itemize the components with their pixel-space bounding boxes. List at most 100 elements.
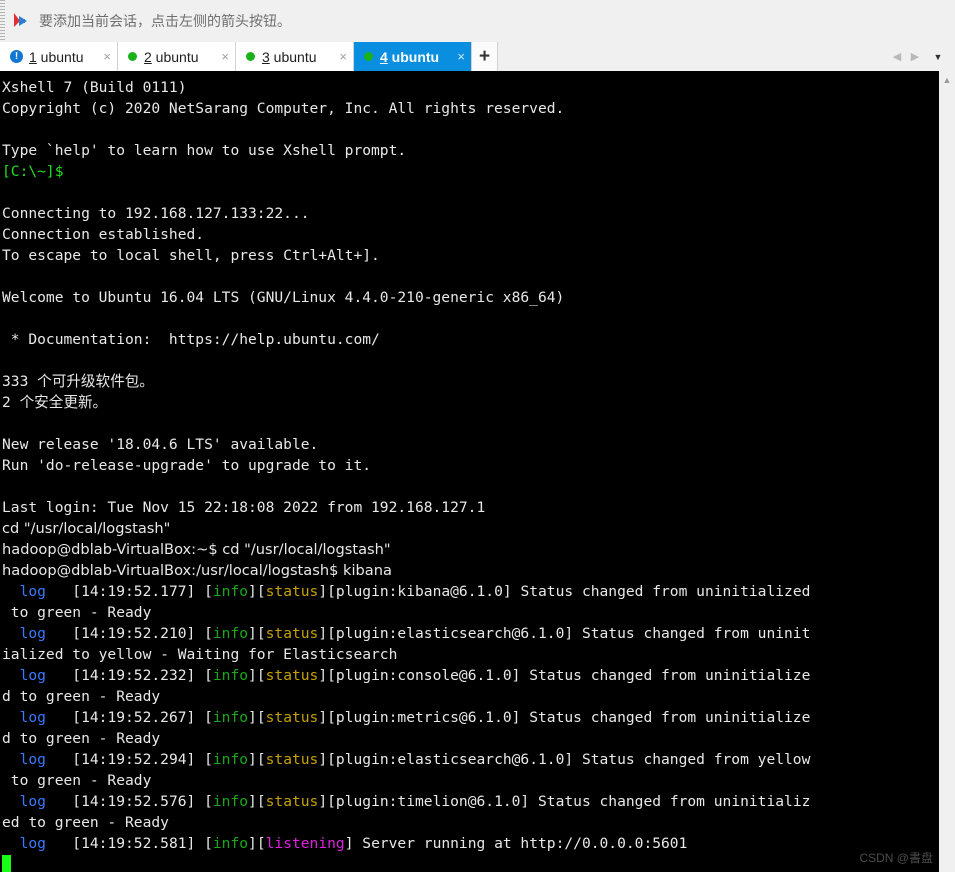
log-bracket: [	[195, 793, 213, 810]
panel-splitter-handle[interactable]	[0, 0, 5, 42]
terminal-line: 2 个安全更新。	[2, 392, 938, 413]
terminal-line-text: [C:\~]$	[2, 163, 64, 180]
log-continuation-text: to green - Ready	[2, 772, 152, 789]
log-bracket: [	[195, 625, 213, 642]
tab-scroll-left-icon[interactable]: ◀	[889, 49, 905, 65]
terminal-line-text: Connecting to 192.168.127.133:22...	[2, 205, 310, 222]
terminal-line: Copyright (c) 2020 NetSarang Computer, I…	[2, 98, 938, 119]
scrollbar-up-icon[interactable]: ▲	[939, 71, 955, 88]
log-bracket: ]	[318, 625, 328, 642]
tab-label: 1 ubuntu	[29, 49, 91, 65]
tab-list-chevron-down-icon[interactable]: ▼	[929, 49, 947, 65]
tab-label: 2 ubuntu	[144, 49, 209, 65]
tab-1-ubuntu[interactable]: ! 1 ubuntu ×	[0, 42, 118, 71]
terminal-log-continuation: ialized to yellow - Waiting for Elastics…	[2, 644, 938, 665]
log-category: listening	[265, 835, 345, 852]
log-timestamp: [14:19:52.576]	[72, 793, 196, 810]
tab-close-icon[interactable]: ×	[103, 50, 111, 63]
terminal-log-line: log [14:19:52.177] [info][status][plugin…	[2, 581, 938, 602]
terminal-area: Xshell 7 (Build 0111) Copyright (c) 2020 …	[0, 71, 955, 872]
terminal-line: Connection established.	[2, 224, 938, 245]
log-level: info	[212, 709, 249, 726]
tab-2-ubuntu[interactable]: 2 ubuntu ×	[118, 42, 236, 71]
log-indent	[2, 835, 20, 852]
log-bracket: ]	[318, 709, 328, 726]
log-space	[46, 583, 72, 600]
log-bracket: ]	[318, 751, 328, 768]
log-plugin: [plugin:metrics@6.1.0]	[327, 709, 521, 726]
terminal-line: Welcome to Ubuntu 16.04 LTS (GNU/Linux 4…	[2, 287, 938, 308]
log-bracket: [	[195, 667, 213, 684]
tab-close-icon[interactable]: ×	[339, 50, 347, 63]
terminal-line: 333 个可升级软件包。	[2, 371, 938, 392]
log-level: info	[212, 667, 249, 684]
terminal-line: Connecting to 192.168.127.133:22...	[2, 203, 938, 224]
log-indent	[2, 625, 20, 642]
terminal-line-text: cd "/usr/local/logstash"	[2, 520, 171, 537]
log-message: Server running at http://0.0.0.0:5601	[353, 835, 688, 852]
tab-scroll-right-icon[interactable]: ▶	[907, 49, 923, 65]
log-category: status	[265, 793, 319, 810]
log-space	[46, 625, 72, 642]
terminal-log-continuation: to green - Ready	[2, 602, 938, 623]
log-bracket: ]	[318, 667, 328, 684]
log-indent	[2, 709, 20, 726]
terminal-prompt-line: cd "/usr/local/logstash"	[2, 518, 938, 539]
tab-close-icon[interactable]: ×	[457, 50, 465, 63]
log-plugin: [plugin:timelion@6.1.0]	[327, 793, 530, 810]
terminal-line-text: To escape to local shell, press Ctrl+Alt…	[2, 247, 380, 264]
log-level: info	[212, 583, 249, 600]
log-tag: log	[19, 583, 46, 600]
log-bracket: ][	[248, 583, 266, 600]
scrollbar-track[interactable]	[939, 88, 955, 872]
log-timestamp: [14:19:52.232]	[72, 667, 196, 684]
log-plugin: [plugin:elasticsearch@6.1.0]	[327, 625, 574, 642]
log-level: info	[212, 793, 249, 810]
log-message: Status changed from uninitialize	[520, 709, 811, 726]
log-indent	[2, 751, 20, 768]
terminal-line-text: Connection established.	[2, 226, 205, 243]
terminal-output[interactable]: Xshell 7 (Build 0111) Copyright (c) 2020 …	[0, 71, 938, 872]
terminal-log-continuation: ed to green - Ready	[2, 812, 938, 833]
terminal-log-continuation: d to green - Ready	[2, 686, 938, 707]
terminal-cursor-line	[2, 854, 938, 872]
log-timestamp: [14:19:52.267]	[72, 709, 196, 726]
tab-3-ubuntu[interactable]: 3 ubuntu ×	[236, 42, 354, 71]
log-bracket: ][	[248, 667, 266, 684]
log-message: Status changed from uninitializ	[529, 793, 811, 810]
log-tag: log	[19, 709, 46, 726]
terminal-line-text: Last login: Tue Nov 15 22:18:08 2022 fro…	[2, 499, 486, 516]
terminal-line-text: hadoop@dblab-VirtualBox:~$ cd "/usr/loca…	[2, 541, 391, 558]
log-indent	[2, 793, 20, 810]
tab-4-ubuntu[interactable]: 4 ubuntu ×	[354, 42, 472, 71]
xshell-window: 要添加当前会话，点击左侧的箭头按钮。 ! 1 ubuntu × 2 ubuntu…	[0, 0, 955, 872]
tab-strip: ! 1 ubuntu × 2 ubuntu × 3 ubuntu × 4 ubu…	[0, 42, 955, 71]
terminal-log-line: log [14:19:52.210] [info][status][plugin…	[2, 623, 938, 644]
log-tag: log	[19, 667, 46, 684]
exclamation-circle-icon: !	[10, 50, 23, 63]
log-bracket: [	[195, 709, 213, 726]
terminal-scrollbar[interactable]: ▲	[938, 71, 955, 872]
log-plugin: [plugin:kibana@6.1.0]	[327, 583, 512, 600]
tab-number: 2	[144, 48, 152, 65]
log-message: Status changed from uninitialized	[511, 583, 811, 600]
log-timestamp: [14:19:52.581]	[72, 835, 196, 852]
log-space	[46, 709, 72, 726]
terminal-log-line: log [14:19:52.576] [info][status][plugin…	[2, 791, 938, 812]
arrow-pin-icon	[11, 11, 33, 31]
log-plugin: [plugin:elasticsearch@6.1.0]	[327, 751, 574, 768]
new-tab-button[interactable]: +	[472, 42, 498, 71]
terminal-log-continuation: to green - Ready	[2, 770, 938, 791]
tab-close-icon[interactable]: ×	[221, 50, 229, 63]
terminal-line: Xshell 7 (Build 0111)	[2, 77, 938, 98]
terminal-line: Type `help' to learn how to use Xshell p…	[2, 140, 938, 161]
log-plugin: [plugin:console@6.1.0]	[327, 667, 521, 684]
tab-label: 4 ubuntu	[380, 49, 445, 65]
log-bracket: ][	[248, 751, 266, 768]
terminal-line-text: Xshell 7 (Build 0111)	[2, 79, 187, 96]
log-bracket: [	[195, 835, 213, 852]
tab-number: 4	[380, 48, 388, 65]
terminal-line-text: Run 'do-release-upgrade' to upgrade to i…	[2, 457, 372, 474]
